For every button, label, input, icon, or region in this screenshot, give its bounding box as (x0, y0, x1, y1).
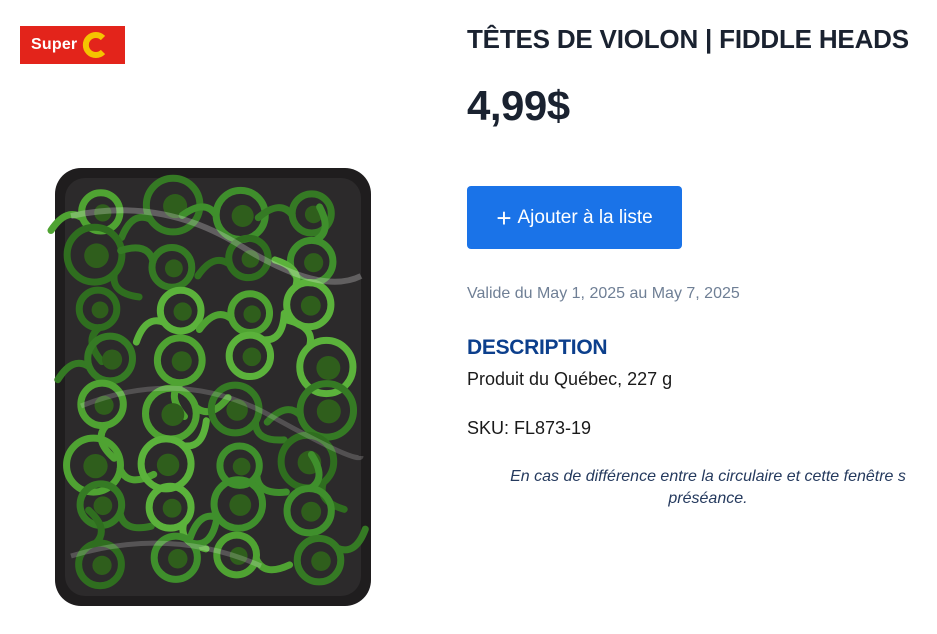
product-image (41, 156, 383, 628)
product-title: TÊTES DE VIOLON | FIDDLE HEADS (467, 24, 909, 54)
sku-value: FL873-19 (514, 418, 592, 438)
description-text: Produit du Québec, 227 g (467, 369, 673, 389)
c-logo-icon (83, 32, 106, 58)
product-page: Super TÊTES DE VIOLON | FIDDLE HEADS 4,9… (0, 0, 937, 634)
super-c-logo[interactable]: Super (20, 26, 125, 64)
validity-dates: Valide du May 1, 2025 au May 7, 2025 (467, 285, 740, 302)
add-to-list-label: Ajouter à la liste (517, 206, 653, 228)
disclaimer-line-2: préséance. (668, 490, 748, 507)
sku-line: SKU: FL873-19 (467, 418, 591, 439)
plus-icon: + (496, 202, 512, 233)
disclaimer-line-1: En cas de différence entre la circulaire… (510, 468, 906, 485)
logo-text: Super (31, 36, 78, 53)
description-heading: DESCRIPTION (467, 336, 608, 359)
price-disclaimer: En cas de différence entre la circulaire… (478, 466, 937, 510)
add-to-list-button[interactable]: + Ajouter à la liste (467, 186, 682, 249)
product-price: 4,99$ (467, 82, 570, 129)
sku-label: SKU: (467, 418, 510, 438)
